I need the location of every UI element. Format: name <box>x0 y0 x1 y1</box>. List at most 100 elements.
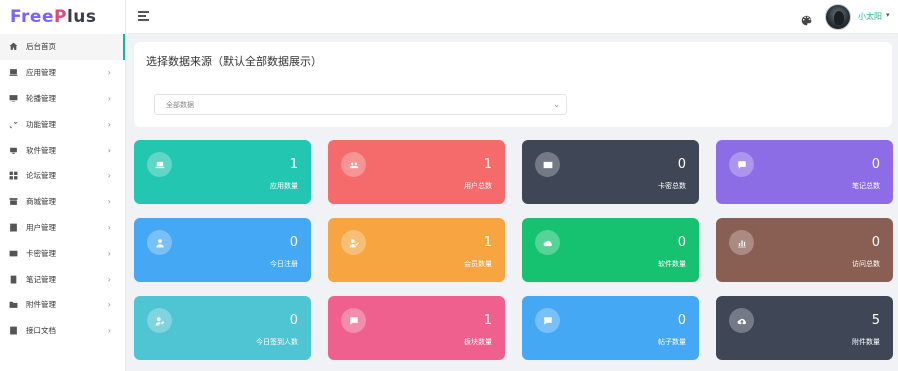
stat-label: 软件数量 <box>658 260 686 268</box>
sidebar-item-label: 笔记管理 <box>26 274 56 284</box>
edit-message-icon <box>535 308 560 333</box>
stat-value: 0 <box>289 235 298 250</box>
tools-icon <box>8 119 18 129</box>
username[interactable]: 小太阳 <box>858 11 882 22</box>
stat-label: 应用数量 <box>270 182 298 190</box>
cloud-icon <box>535 230 560 255</box>
sidebar-item-label: 功能管理 <box>26 119 56 129</box>
stat-value: 5 <box>871 313 880 328</box>
card-icon <box>8 248 18 258</box>
data-source-title: 选择数据来源（默认全部数据展示） <box>146 55 322 68</box>
stat-card[interactable]: 1 板块数量 <box>328 296 505 360</box>
app-icon <box>8 68 18 78</box>
stat-value: 1 <box>483 235 492 250</box>
sidebar-item-note[interactable]: 笔记管理 › <box>0 266 125 292</box>
stat-value: 0 <box>677 235 686 250</box>
cloud-upload-icon <box>729 308 754 333</box>
stat-card[interactable]: 0 笔记总数 <box>716 140 893 204</box>
sidebar-item-tools[interactable]: 功能管理 › <box>0 111 125 137</box>
stat-value: 0 <box>871 157 880 172</box>
forum-icon <box>8 171 18 181</box>
data-source-select[interactable]: 全部数据 ⌄ <box>154 94 567 115</box>
sidebar-item-user[interactable]: 用户管理 › <box>0 215 125 241</box>
stat-value: 1 <box>483 313 492 328</box>
stat-label: 用户总数 <box>464 182 492 190</box>
stat-label: 今日签到人数 <box>256 338 298 346</box>
stat-label: 今日注册 <box>270 260 298 268</box>
sidebar-item-label: 接口文档 <box>26 326 56 336</box>
chevron-right-icon: › <box>107 326 111 336</box>
sidebar-item-label: 用户管理 <box>26 222 56 232</box>
chat-icon <box>341 308 366 333</box>
sidebar-item-slideshow[interactable]: 轮播管理 › <box>0 86 125 112</box>
chevron-right-icon: › <box>107 171 111 181</box>
stat-card[interactable]: 0 软件数量 <box>522 218 699 282</box>
sidebar-item-doc[interactable]: 接口文档 › <box>0 318 125 344</box>
bar-chart-icon <box>729 230 754 255</box>
stat-card[interactable]: 1 应用数量 <box>134 140 311 204</box>
chevron-right-icon: › <box>107 145 111 155</box>
user-avatar[interactable] <box>825 4 851 30</box>
palette-icon[interactable] <box>801 11 812 26</box>
chevron-right-icon: › <box>107 68 111 78</box>
chevron-right-icon: › <box>107 300 111 310</box>
sidebar: FreePlus 后台首页 应用管理 › 轮播管理 › 功能管理 › 软件管理 › 论坛管理 › 商城… <box>0 0 126 371</box>
sidebar-item-folder[interactable]: 附件管理 › <box>0 292 125 318</box>
stat-label: 访问总数 <box>852 260 880 268</box>
shop-icon <box>8 197 18 207</box>
caret-down-icon[interactable]: ▾ <box>886 11 890 19</box>
chevron-right-icon: › <box>107 248 111 258</box>
person-check-icon <box>341 230 366 255</box>
sidebar-item-label: 轮播管理 <box>26 93 56 103</box>
home-icon <box>8 42 18 52</box>
sidebar-item-label: 附件管理 <box>26 300 56 310</box>
stat-value: 1 <box>483 157 492 172</box>
person-icon <box>147 230 172 255</box>
sidebar-item-label: 后台首页 <box>26 42 56 52</box>
top-header: 小太阳 ▾ <box>126 0 898 34</box>
chevron-down-icon: ⌄ <box>553 100 560 109</box>
stat-label: 卡密总数 <box>658 182 686 190</box>
stat-label: 帖子数量 <box>658 338 686 346</box>
stat-card[interactable]: 0 今日签到人数 <box>134 296 311 360</box>
stat-label: 笔记总数 <box>852 182 880 190</box>
stat-value: 0 <box>871 235 880 250</box>
software-icon <box>8 145 18 155</box>
app-logo[interactable]: FreePlus <box>0 0 125 34</box>
chevron-right-icon: › <box>107 274 111 284</box>
folder-icon <box>8 300 18 310</box>
chevron-right-icon: › <box>107 93 111 103</box>
stat-value: 0 <box>677 313 686 328</box>
stat-card[interactable]: 1 用户总数 <box>328 140 505 204</box>
stat-label: 会员数量 <box>464 260 492 268</box>
sidebar-menu: 后台首页 应用管理 › 轮播管理 › 功能管理 › 软件管理 › 论坛管理 › 商城管理 › 用户管理 › 卡… <box>0 34 125 344</box>
slideshow-icon <box>8 93 18 103</box>
stat-card[interactable]: 0 访问总数 <box>716 218 893 282</box>
stat-card[interactable]: 1 会员数量 <box>328 218 505 282</box>
stat-card[interactable]: 5 附件数量 <box>716 296 893 360</box>
sidebar-item-label: 软件管理 <box>26 145 56 155</box>
chevron-right-icon: › <box>107 119 111 129</box>
note-icon <box>8 274 18 284</box>
user-icon <box>8 222 18 232</box>
data-source-card: 选择数据来源（默认全部数据展示） 全部数据 ⌄ <box>134 42 892 127</box>
stat-card[interactable]: 0 今日注册 <box>134 218 311 282</box>
stat-card[interactable]: 0 帖子数量 <box>522 296 699 360</box>
stat-label: 板块数量 <box>464 338 492 346</box>
chevron-right-icon: › <box>107 222 111 232</box>
person-edit-icon <box>147 308 172 333</box>
stat-value: 0 <box>677 157 686 172</box>
sidebar-item-app[interactable]: 应用管理 › <box>0 60 125 86</box>
card-icon <box>535 152 560 177</box>
chevron-right-icon: › <box>107 197 111 207</box>
menu-toggle-icon[interactable] <box>138 11 149 21</box>
sidebar-item-card[interactable]: 卡密管理 › <box>0 240 125 266</box>
stat-value: 0 <box>289 313 298 328</box>
sidebar-item-home[interactable]: 后台首页 <box>0 34 125 60</box>
sidebar-item-software[interactable]: 软件管理 › <box>0 137 125 163</box>
sidebar-item-label: 卡密管理 <box>26 248 56 258</box>
sidebar-item-forum[interactable]: 论坛管理 › <box>0 163 125 189</box>
stat-card[interactable]: 0 卡密总数 <box>522 140 699 204</box>
users-icon <box>341 152 366 177</box>
sidebar-item-shop[interactable]: 商城管理 › <box>0 189 125 215</box>
